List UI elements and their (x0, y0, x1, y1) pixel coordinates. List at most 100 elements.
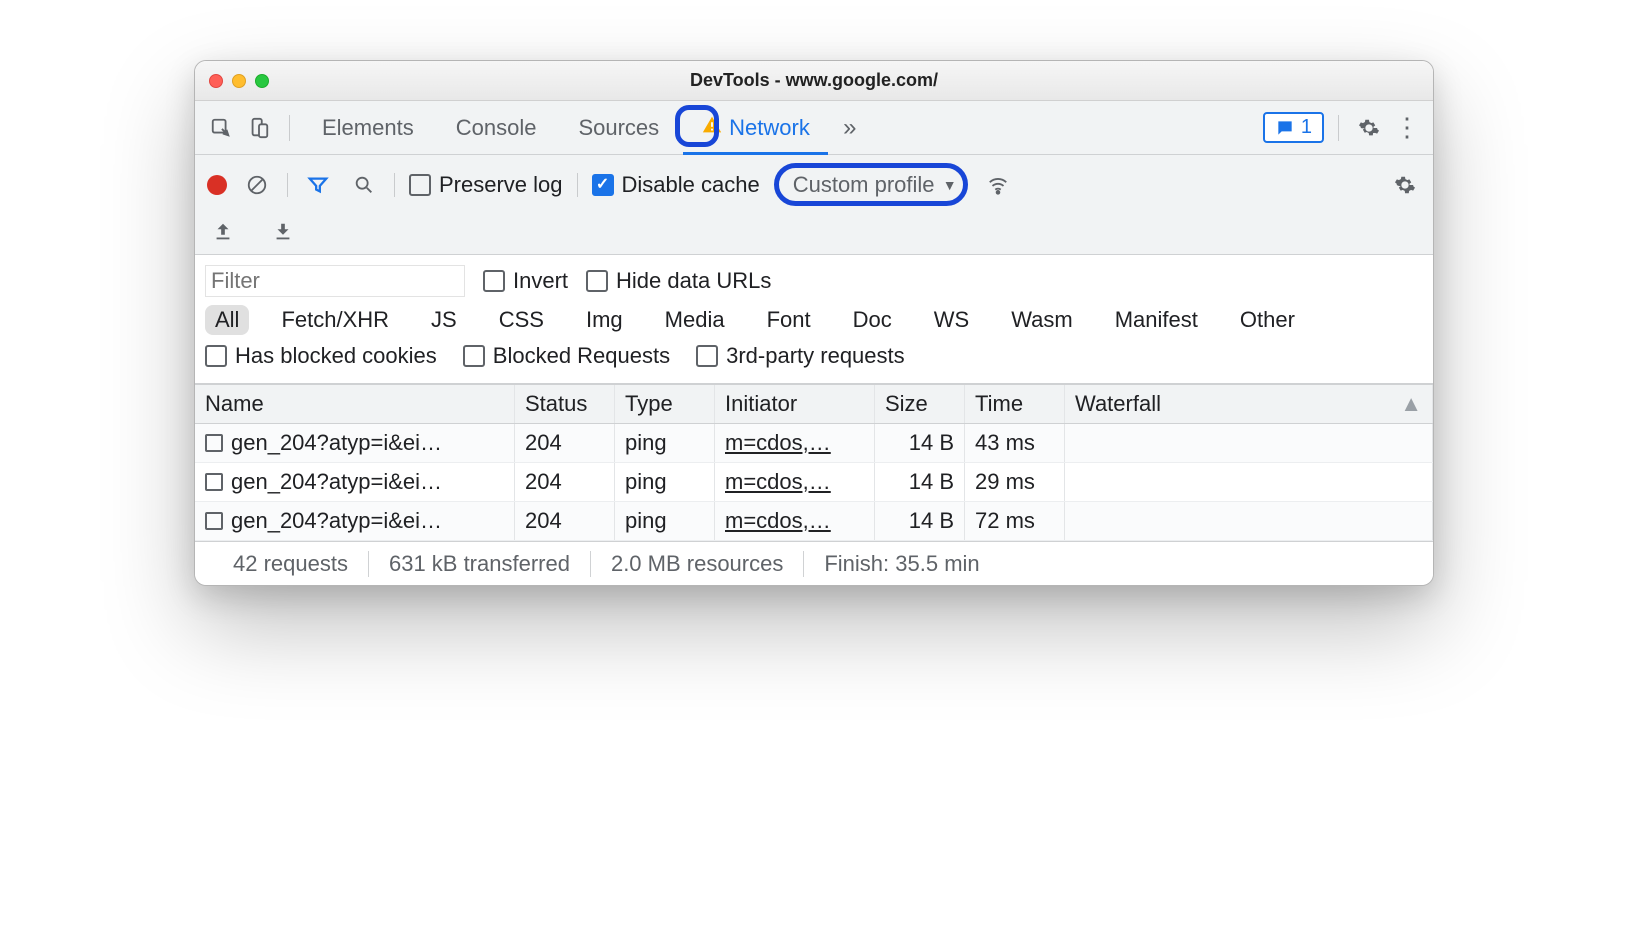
clear-icon[interactable] (241, 169, 273, 201)
export-har-icon[interactable] (207, 216, 239, 248)
checkbox-icon (409, 174, 431, 196)
filter-type-font[interactable]: Font (757, 305, 821, 335)
filter-type-other[interactable]: Other (1230, 305, 1305, 335)
has-blocked-cookies-checkbox[interactable]: Has blocked cookies (205, 343, 437, 369)
invert-checkbox[interactable]: Invert (483, 268, 568, 294)
blocked-requests-checkbox[interactable]: Blocked Requests (463, 343, 670, 369)
checkbox-label: Preserve log (439, 172, 563, 198)
filter-type-js[interactable]: JS (421, 305, 467, 335)
tab-sources[interactable]: Sources (560, 101, 677, 154)
cell-initiator[interactable]: m=cdos,… (715, 502, 875, 540)
cell-size: 14 B (875, 424, 965, 462)
th-waterfall[interactable]: Waterfall ▲ (1065, 385, 1433, 423)
status-resources: 2.0 MB resources (591, 551, 803, 577)
record-button[interactable] (207, 175, 227, 195)
type-filter-row: All Fetch/XHR JS CSS Img Media Font Doc … (195, 301, 1433, 339)
checkbox-icon (586, 270, 608, 292)
panel-settings-icon[interactable] (1389, 169, 1421, 201)
devtools-window: DevTools - www.google.com/ Elements Cons… (194, 60, 1434, 586)
third-party-requests-checkbox[interactable]: 3rd-party requests (696, 343, 905, 369)
cell-initiator[interactable]: m=cdos,… (715, 424, 875, 462)
import-har-icon[interactable] (267, 216, 299, 248)
kebab-menu-icon[interactable]: ⋮ (1391, 112, 1423, 144)
tab-label: Network (729, 115, 810, 141)
file-icon (205, 434, 223, 452)
table-row[interactable]: gen_204?atyp=i&ei…204pingm=cdos,…14 B72 … (195, 502, 1433, 541)
cell-type: ping (615, 424, 715, 462)
filter-type-fetchxhr[interactable]: Fetch/XHR (271, 305, 399, 335)
tab-label: Elements (322, 115, 414, 141)
th-time[interactable]: Time (965, 385, 1065, 423)
checkbox-label: Hide data URLs (616, 268, 771, 294)
chat-icon (1275, 118, 1295, 138)
filter-type-wasm[interactable]: Wasm (1001, 305, 1083, 335)
tab-console[interactable]: Console (438, 101, 555, 154)
checkbox-label: Disable cache (622, 172, 760, 198)
checkbox-label: Blocked Requests (493, 343, 670, 369)
cell-type: ping (615, 463, 715, 501)
filter-type-manifest[interactable]: Manifest (1105, 305, 1208, 335)
separator (394, 173, 395, 197)
checkbox-label: Has blocked cookies (235, 343, 437, 369)
status-transferred: 631 kB transferred (369, 551, 590, 577)
search-icon[interactable] (348, 169, 380, 201)
inspect-element-icon[interactable] (205, 112, 237, 144)
requests-table: Name Status Type Initiator Size Time Wat… (195, 384, 1433, 541)
cell-name: gen_204?atyp=i&ei… (195, 502, 515, 540)
status-finish: Finish: 35.5 min (804, 551, 999, 577)
tab-network[interactable]: Network (683, 101, 828, 154)
filter-type-doc[interactable]: Doc (843, 305, 902, 335)
table-row[interactable]: gen_204?atyp=i&ei…204pingm=cdos,…14 B29 … (195, 463, 1433, 502)
th-initiator[interactable]: Initiator (715, 385, 875, 423)
cell-status: 204 (515, 502, 615, 540)
cell-status: 204 (515, 424, 615, 462)
settings-icon[interactable] (1353, 112, 1385, 144)
th-label: Waterfall (1075, 391, 1161, 417)
cell-initiator[interactable]: m=cdos,… (715, 463, 875, 501)
th-type[interactable]: Type (615, 385, 715, 423)
filter-type-all[interactable]: All (205, 305, 249, 335)
filter-type-img[interactable]: Img (576, 305, 633, 335)
cell-status: 204 (515, 463, 615, 501)
filter-icon[interactable] (302, 169, 334, 201)
tab-elements[interactable]: Elements (304, 101, 432, 154)
throttling-select[interactable]: Custom profile (785, 170, 965, 199)
th-name[interactable]: Name (195, 385, 515, 423)
cell-size: 14 B (875, 463, 965, 501)
issues-badge[interactable]: 1 (1263, 112, 1324, 143)
cell-time: 43 ms (965, 424, 1065, 462)
more-tabs-icon[interactable]: » (834, 112, 866, 144)
checkbox-label: 3rd-party requests (726, 343, 905, 369)
cell-time: 72 ms (965, 502, 1065, 540)
status-bar: 42 requests 631 kB transferred 2.0 MB re… (195, 541, 1433, 585)
tab-label: Console (456, 115, 537, 141)
checkbox-icon (696, 345, 718, 367)
device-toolbar-icon[interactable] (243, 112, 275, 144)
cell-waterfall (1065, 463, 1433, 501)
filter-input[interactable] (205, 265, 465, 297)
status-requests: 42 requests (213, 551, 368, 577)
checkbox-icon (592, 174, 614, 196)
table-header: Name Status Type Initiator Size Time Wat… (195, 385, 1433, 424)
preserve-log-checkbox[interactable]: Preserve log (409, 172, 563, 198)
cell-name: gen_204?atyp=i&ei… (195, 463, 515, 501)
warning-icon (701, 114, 723, 142)
filter-type-css[interactable]: CSS (489, 305, 554, 335)
separator (287, 173, 288, 197)
disable-cache-checkbox[interactable]: Disable cache (592, 172, 760, 198)
main-tabbar: Elements Console Sources Network » 1 ⋮ (195, 101, 1433, 155)
th-status[interactable]: Status (515, 385, 615, 423)
tab-label: Sources (578, 115, 659, 141)
filter-type-ws[interactable]: WS (924, 305, 979, 335)
cell-size: 14 B (875, 502, 965, 540)
hide-data-urls-checkbox[interactable]: Hide data URLs (586, 268, 771, 294)
throttling-select-highlight: Custom profile ▼ (774, 163, 968, 206)
filter-bar: Invert Hide data URLs All Fetch/XHR JS C… (195, 255, 1433, 384)
th-size[interactable]: Size (875, 385, 965, 423)
checkbox-icon (463, 345, 485, 367)
checkbox-icon (483, 270, 505, 292)
filter-type-media[interactable]: Media (655, 305, 735, 335)
issues-count: 1 (1301, 116, 1312, 139)
table-row[interactable]: gen_204?atyp=i&ei…204pingm=cdos,…14 B43 … (195, 424, 1433, 463)
network-conditions-icon[interactable] (982, 169, 1014, 201)
